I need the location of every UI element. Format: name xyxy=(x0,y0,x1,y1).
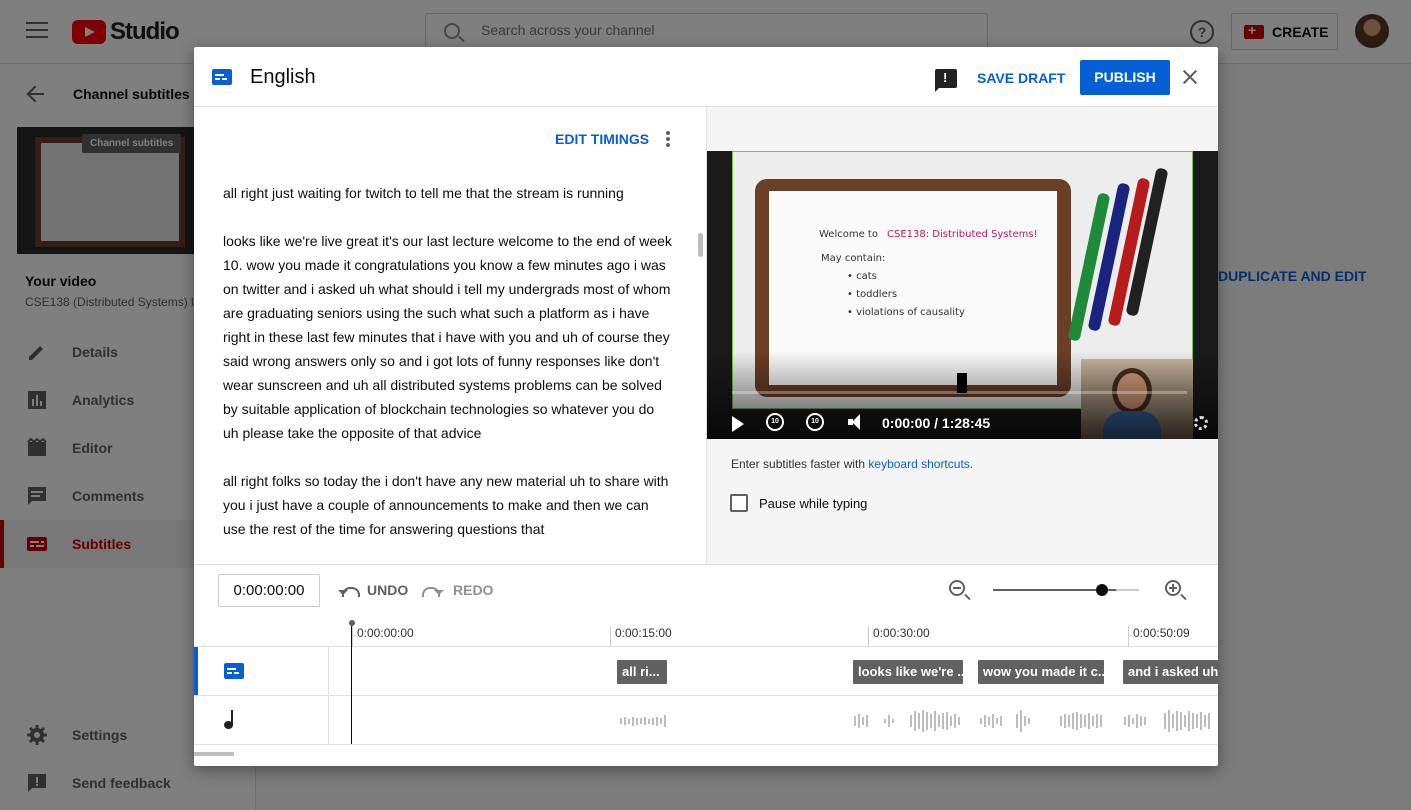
pause-while-typing-row[interactable]: Pause while typing xyxy=(730,494,867,512)
settings-gear-icon[interactable] xyxy=(1194,416,1208,430)
undo-label: UNDO xyxy=(367,582,409,598)
rewind-10-icon[interactable]: 10 xyxy=(766,413,784,431)
close-icon[interactable] xyxy=(1180,67,1200,87)
subtitle-editor-dialog: English SAVE DRAFT PUBLISH EDIT TIMINGS … xyxy=(194,47,1218,766)
zoom-slider-remaining xyxy=(1116,589,1139,591)
audio-waveform xyxy=(980,706,1004,736)
transcript-paragraph[interactable]: all right just waiting for twitch to tel… xyxy=(223,181,673,205)
subtitle-cue[interactable]: wow you made it c... xyxy=(978,660,1104,684)
ruler-tick: 0:00:15:00 xyxy=(610,626,672,647)
timeline-toolbar: 0:00:00:00 UNDO REDO xyxy=(194,564,1218,614)
shortcuts-note: Enter subtitles faster with keyboard sho… xyxy=(731,457,973,471)
transcript-text[interactable]: all right just waiting for twitch to tel… xyxy=(223,181,673,564)
video-preview-panel: Welcome to CSE138: Distributed Systems! … xyxy=(707,107,1218,564)
redo-button[interactable]: REDO xyxy=(424,582,493,598)
video-player[interactable]: Welcome to CSE138: Distributed Systems! … xyxy=(707,151,1218,439)
redo-icon xyxy=(424,584,444,596)
dialog-header: English SAVE DRAFT PUBLISH xyxy=(194,47,1218,107)
audio-waveform xyxy=(1016,706,1032,736)
audio-track xyxy=(194,696,1218,745)
zoom-in-icon[interactable] xyxy=(1165,580,1187,601)
feedback-icon[interactable] xyxy=(935,69,957,92)
subtitle-track-label xyxy=(194,647,329,695)
transcript-editor[interactable]: EDIT TIMINGS all right just waiting for … xyxy=(194,107,707,564)
transcript-scrollbar[interactable] xyxy=(698,233,703,257)
publish-button[interactable]: PUBLISH xyxy=(1080,60,1170,95)
scrub-handle[interactable] xyxy=(957,373,967,393)
undo-icon xyxy=(338,584,360,597)
playhead-handle[interactable] xyxy=(349,620,355,626)
save-draft-button[interactable]: SAVE DRAFT xyxy=(977,70,1065,86)
subtitles-icon xyxy=(224,663,244,679)
more-options-icon[interactable] xyxy=(666,131,670,147)
playhead-line[interactable] xyxy=(351,626,352,744)
audio-track-label xyxy=(194,696,329,744)
board-text: • toddlers xyxy=(847,289,898,300)
ruler-tick: 0:00:30:00 xyxy=(868,626,930,647)
music-note-icon xyxy=(224,710,236,730)
audio-waveform xyxy=(854,706,870,736)
timeline-scrollbar[interactable] xyxy=(194,752,234,756)
ruler-tick: 0:00:00:00 xyxy=(352,626,414,647)
board-text: • violations of causality xyxy=(847,307,965,318)
audio-waveform xyxy=(1060,706,1104,736)
audio-waveform xyxy=(884,706,896,736)
transcript-paragraph[interactable]: looks like we're live great it's our las… xyxy=(223,229,673,445)
audio-waveform xyxy=(1164,706,1212,736)
play-icon[interactable] xyxy=(732,416,744,432)
pause-while-typing-checkbox[interactable] xyxy=(730,494,748,512)
subtitle-track: all ri... looks like we're ... wow you m… xyxy=(194,647,1218,696)
transcript-paragraph[interactable]: all right folks so today the i don't hav… xyxy=(223,469,673,541)
pause-while-typing-label: Pause while typing xyxy=(759,495,868,511)
shortcuts-end: . xyxy=(969,457,974,471)
board-text: May contain: xyxy=(821,253,886,264)
board-text: Welcome to xyxy=(819,229,878,240)
audio-waveform xyxy=(1124,706,1148,736)
board-text: • cats xyxy=(847,271,877,282)
timeline[interactable]: 0:00:00:00 0:00:15:00 0:00:30:00 0:00:50… xyxy=(194,614,1218,766)
keyboard-shortcuts-link[interactable]: keyboard shortcuts xyxy=(868,457,969,471)
audio-waveform xyxy=(910,706,962,736)
subtitle-cue[interactable]: looks like we're ... xyxy=(853,660,963,684)
shortcuts-text: Enter subtitles faster with xyxy=(731,457,869,471)
zoom-slider-thumb[interactable] xyxy=(1096,584,1108,596)
forward-10-icon[interactable]: 10 xyxy=(806,413,824,431)
audio-waveform xyxy=(620,706,668,736)
undo-button[interactable]: UNDO xyxy=(338,582,408,598)
dialog-title: English xyxy=(250,66,316,88)
board-text: CSE138: Distributed Systems! xyxy=(887,229,1038,240)
subtitles-icon xyxy=(212,69,232,85)
subtitle-cue[interactable]: and i asked uh w xyxy=(1123,660,1218,684)
ruler-tick: 0:00:50:09 xyxy=(1128,626,1190,647)
subtitle-cue[interactable]: all ri... xyxy=(617,660,667,684)
edit-timings-button[interactable]: EDIT TIMINGS xyxy=(555,131,649,147)
current-time-field[interactable]: 0:00:00:00 xyxy=(218,574,320,607)
volume-icon[interactable] xyxy=(848,414,866,430)
redo-label: REDO xyxy=(453,582,494,598)
video-time-display: 0:00:00 / 1:28:45 xyxy=(882,415,991,431)
timeline-ruler[interactable]: 0:00:00:00 0:00:15:00 0:00:30:00 0:00:50… xyxy=(194,614,1218,647)
zoom-out-icon[interactable] xyxy=(949,580,971,601)
